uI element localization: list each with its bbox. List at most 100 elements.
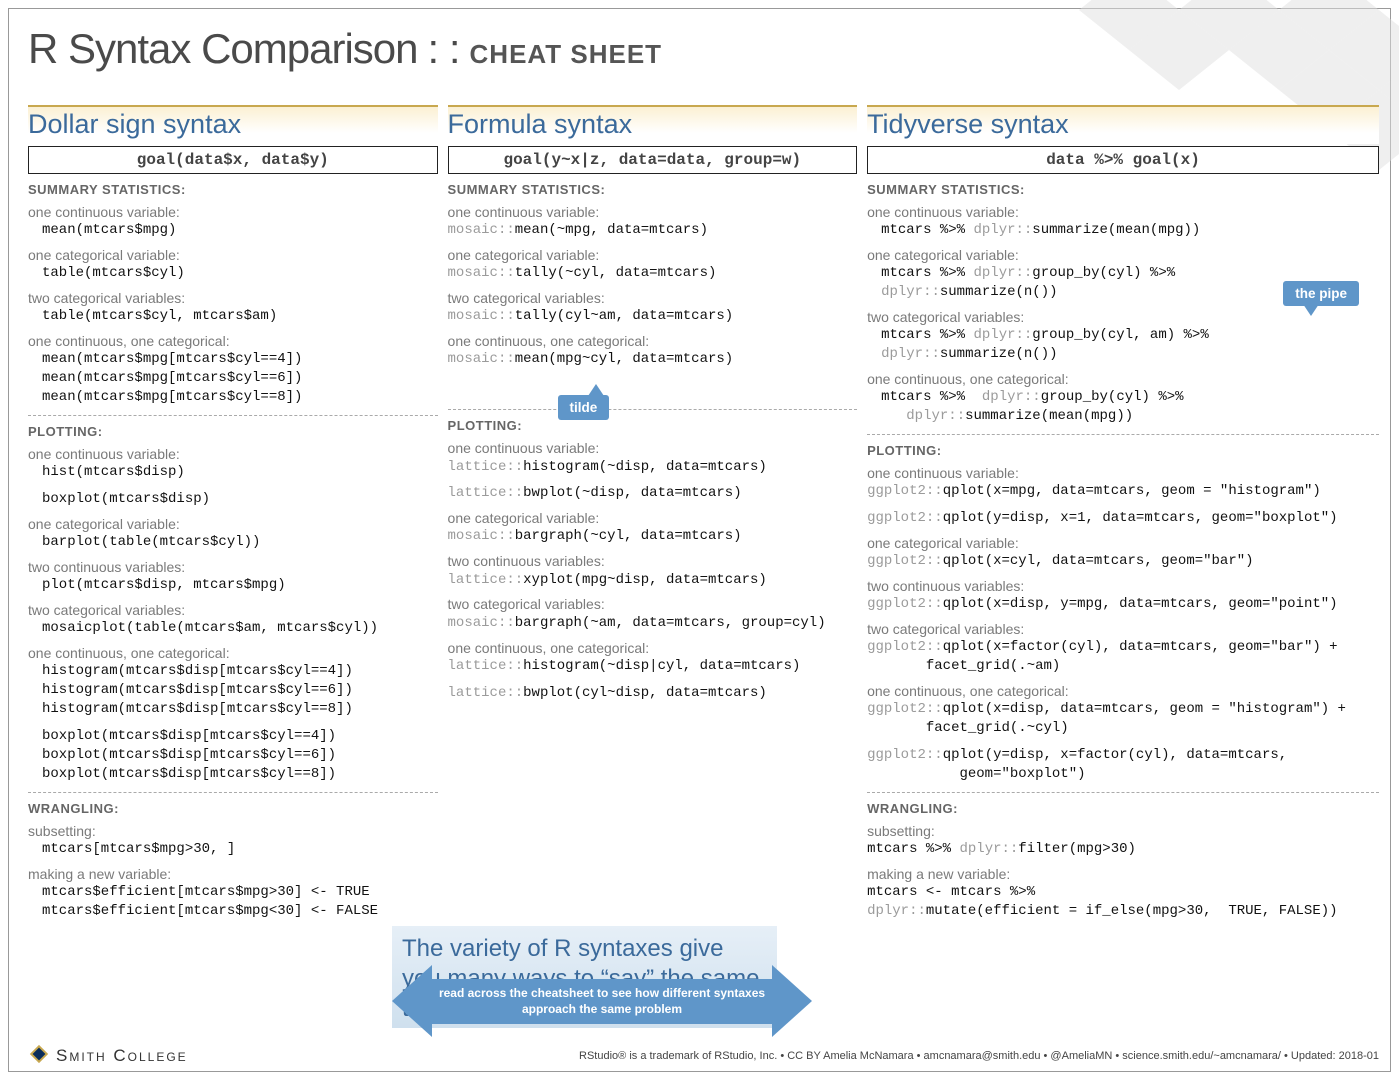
desc: one continuous variable: [448, 203, 858, 221]
desc: one continuous variable: [28, 203, 438, 221]
code: ggplot2::qplot(x=cyl, data=mtcars, geom=… [867, 552, 1379, 571]
code: mosaicplot(table(mtcars$am, mtcars$cyl)) [42, 619, 438, 638]
goal-template: data %>% goal(x) [867, 146, 1379, 174]
code: table(mtcars$cyl, mtcars$am) [42, 307, 438, 326]
desc: one continuous, one categorical: [867, 370, 1379, 388]
desc: one continuous variable: [448, 439, 858, 457]
code: mosaic::bargraph(~am, data=mtcars, group… [448, 614, 858, 633]
footer-logo: Smith College [28, 1043, 188, 1068]
code: plot(mtcars$disp, mtcars$mpg) [42, 576, 438, 595]
goal-template: goal(y~x|z, data=data, group=w) [448, 146, 858, 174]
page-subtitle: CHEAT SHEET [470, 39, 663, 70]
code: lattice::histogram(~disp|cyl, data=mtcar… [448, 657, 858, 676]
callout-pipe-tail [1303, 304, 1319, 316]
code: ggplot2::qplot(x=disp, data=mtcars, geom… [867, 700, 1379, 738]
code: ggplot2::qplot(x=factor(cyl), data=mtcar… [867, 638, 1379, 676]
desc: one categorical variable: [867, 246, 1379, 264]
column-title: Formula syntax [448, 105, 858, 144]
page-title: R Syntax Comparison [28, 25, 418, 73]
desc: one continuous, one categorical: [28, 644, 438, 662]
code: lattice::bwplot(cyl~disp, data=mtcars) [448, 684, 858, 703]
arrow-banner-text: read across the cheatsheet to see how di… [432, 986, 772, 1017]
footer-logo-text: Smith College [56, 1046, 188, 1066]
column-dollar-sign: Dollar sign syntax goal(data$x, data$y) … [28, 105, 438, 1032]
code: mosaic::mean(~mpg, data=mtcars) [448, 221, 858, 240]
code: mosaic::tally(~cyl, data=mtcars) [448, 264, 858, 283]
section-summary: SUMMARY STATISTICS: [448, 182, 858, 197]
desc: one continuous, one categorical: [867, 682, 1379, 700]
code: mtcars <- mtcars %>% [867, 883, 1379, 902]
code: mtcars %>% dplyr::filter(mpg>30) [867, 840, 1379, 859]
desc: two categorical variables: [448, 595, 858, 613]
desc: two categorical variables: [28, 289, 438, 307]
desc: one continuous, one categorical: [448, 639, 858, 657]
code: lattice::histogram(~disp, data=mtcars) [448, 458, 858, 477]
section-wrangling: WRANGLING: [28, 801, 438, 816]
desc: one categorical variable: [28, 246, 438, 264]
code: ggplot2::qplot(x=disp, y=mpg, data=mtcar… [867, 595, 1379, 614]
desc: two categorical variables: [867, 620, 1379, 638]
code: dplyr::summarize(n()) [881, 345, 1379, 364]
code: mosaic::tally(cyl~am, data=mtcars) [448, 307, 858, 326]
column-formula: Formula syntax goal(y~x|z, data=data, gr… [448, 105, 858, 1032]
desc: two categorical variables: [448, 289, 858, 307]
code: mtcars %>% dplyr::group_by(cyl, am) %>% [881, 326, 1379, 345]
arrow-banner: read across the cheatsheet to see how di… [432, 979, 772, 1024]
column-title: Dollar sign syntax [28, 105, 438, 144]
desc: making a new variable: [28, 865, 438, 883]
code: ggplot2::qplot(x=mpg, data=mtcars, geom … [867, 482, 1379, 501]
code: mean(mtcars$mpg) [42, 221, 438, 240]
code: ggplot2::qplot(y=disp, x=factor(cyl), da… [867, 746, 1379, 784]
desc: one categorical variable: [448, 509, 858, 527]
section-wrangling: WRANGLING: [867, 801, 1379, 816]
desc: one categorical variable: [867, 534, 1379, 552]
code: table(mtcars$cyl) [42, 264, 438, 283]
desc: one categorical variable: [448, 246, 858, 264]
code: mtcars %>% dplyr::summarize(mean(mpg)) [881, 221, 1379, 240]
code: barplot(table(mtcars$cyl)) [42, 533, 438, 552]
desc: two continuous variables: [448, 552, 858, 570]
code: mean(mtcars$mpg[mtcars$cyl==4]) mean(mtc… [42, 350, 438, 407]
code: lattice::bwplot(~disp, data=mtcars) [448, 484, 858, 503]
code: mtcars %>% dplyr::group_by(cyl) %>% [881, 388, 1379, 407]
callout-tilde: tilde [558, 395, 610, 420]
section-summary: SUMMARY STATISTICS: [867, 182, 1379, 197]
title-separator: : : [428, 25, 460, 73]
goal-template: goal(data$x, data$y) [28, 146, 438, 174]
desc: one categorical variable: [28, 515, 438, 533]
desc: subsetting: [28, 822, 438, 840]
page-header: R Syntax Comparison : : CHEAT SHEET [28, 25, 662, 73]
code: lattice::xyplot(mpg~disp, data=mtcars) [448, 571, 858, 590]
desc: subsetting: [867, 822, 1379, 840]
callout-pipe: the pipe [1283, 281, 1359, 306]
desc: one continuous, one categorical: [448, 332, 858, 350]
code: dplyr::summarize(mean(mpg)) [881, 407, 1379, 426]
code: histogram(mtcars$disp[mtcars$cyl==4]) hi… [42, 662, 438, 719]
callout-tilde-tail [588, 384, 604, 396]
section-plotting: PLOTTING: [867, 443, 1379, 458]
college-logo-icon [28, 1043, 50, 1068]
desc: one continuous, one categorical: [28, 332, 438, 350]
code: boxplot(mtcars$disp[mtcars$cyl==4]) boxp… [42, 727, 438, 784]
desc: two continuous variables: [28, 558, 438, 576]
desc: two categorical variables: [28, 601, 438, 619]
code: mtcars[mtcars$mpg>30, ] [42, 840, 438, 859]
code: mosaic::mean(mpg~cyl, data=mtcars) [448, 350, 858, 369]
code: ggplot2::qplot(y=disp, x=1, data=mtcars,… [867, 509, 1379, 528]
section-plotting: PLOTTING: [28, 424, 438, 439]
code: mosaic::bargraph(~cyl, data=mtcars) [448, 527, 858, 546]
desc: two continuous variables: [867, 577, 1379, 595]
desc: one continuous variable: [28, 445, 438, 463]
code: dplyr::mutate(efficient = if_else(mpg>30… [867, 902, 1379, 921]
desc: one continuous variable: [867, 203, 1379, 221]
desc: making a new variable: [867, 865, 1379, 883]
code: boxplot(mtcars$disp) [42, 490, 438, 509]
section-summary: SUMMARY STATISTICS: [28, 182, 438, 197]
section-plotting: PLOTTING: [448, 418, 858, 433]
desc: one continuous variable: [867, 464, 1379, 482]
column-title: Tidyverse syntax [867, 105, 1379, 144]
code: hist(mtcars$disp) [42, 463, 438, 482]
code: mtcars$efficient[mtcars$mpg>30] <- TRUE … [42, 883, 438, 921]
column-tidyverse: Tidyverse syntax data %>% goal(x) SUMMAR… [867, 105, 1379, 1032]
footer-credits: RStudio® is a trademark of RStudio, Inc.… [579, 1050, 1379, 1062]
